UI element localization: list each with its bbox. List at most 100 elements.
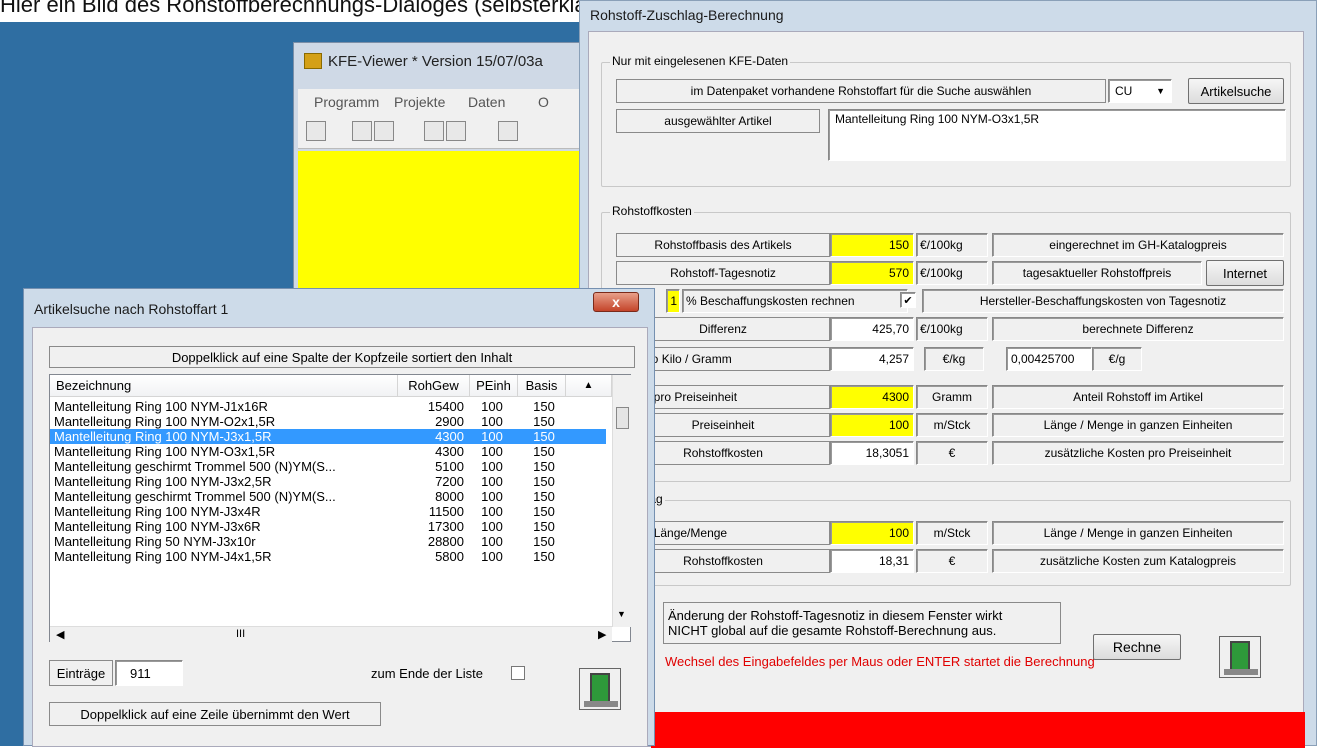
- table-cell: 100: [481, 399, 503, 414]
- kfe-window-title: KFE-Viewer * Version 15/07/03a: [328, 53, 543, 70]
- row-hint: Doppelklick auf eine Zeile übernimmt den…: [49, 702, 381, 726]
- table-cell: 5800: [435, 549, 464, 564]
- group-rohstoffkosten-label: Rohstoffkosten: [610, 204, 694, 218]
- table-row[interactable]: Mantelleitung Ring 100 NYM-J1x16R 15400 10…: [50, 399, 606, 414]
- table-row[interactable]: Mantelleitung Ring 100 NYM-J3x1,5R 4300 10…: [50, 429, 606, 444]
- group-rohstoffkosten: Rohstoffkosten Rohstoffbasis des Artikel…: [601, 204, 1291, 482]
- artikelsuche-button[interactable]: Artikelsuche: [1188, 78, 1284, 104]
- bkosten-checkbox[interactable]: ✔: [900, 292, 916, 308]
- chevron-up-icon[interactable]: ▲: [566, 375, 612, 397]
- kfe-logo-icon: [304, 53, 322, 69]
- col-basis[interactable]: Basis: [518, 375, 566, 397]
- rohstoffart-select[interactable]: CU ▼: [1108, 79, 1172, 103]
- kilo-value: 4,257: [830, 347, 914, 371]
- print-icon[interactable]: [446, 121, 466, 141]
- open-icon[interactable]: [306, 121, 326, 141]
- rohstoff-body: Nur mit eingelesenen KFE-Daten im Datenp…: [588, 31, 1305, 748]
- close-icon[interactable]: x: [593, 292, 639, 312]
- table-cell: Mantelleitung geschirmt Trommel 500 (N)Y…: [54, 459, 336, 474]
- col-rohgew[interactable]: RohGew: [398, 375, 470, 397]
- chevron-down-icon[interactable]: ▼: [617, 609, 626, 619]
- monitor-icon[interactable]: [352, 121, 372, 141]
- table-cell: 150: [533, 414, 555, 429]
- table-cell: 150: [533, 549, 555, 564]
- end-label: zum Ende der Liste: [371, 666, 484, 681]
- table-cell: 150: [533, 459, 555, 474]
- scroll-thumb[interactable]: [616, 407, 629, 429]
- exit-door-icon[interactable]: [579, 668, 621, 710]
- col-bezeichnung[interactable]: Bezeichnung: [50, 375, 398, 397]
- chevron-left-icon[interactable]: ◀: [56, 628, 64, 641]
- group-zuschlag: fzuschlag ötigte Länge/Menge 100 m/Stck …: [601, 492, 1291, 586]
- menu-programm[interactable]: Programm: [314, 94, 379, 110]
- table-cell: Mantelleitung Ring 100 NYM-J3x6R: [54, 519, 261, 534]
- menu-daten[interactable]: Daten: [468, 94, 505, 110]
- select-value: CU: [1115, 84, 1133, 98]
- table-cell: 100: [481, 459, 503, 474]
- chevron-right-icon[interactable]: ▶: [598, 628, 606, 641]
- bkosten-desc: Hersteller-Beschaffungskosten von Tagesn…: [922, 289, 1284, 313]
- rk-unit: €: [916, 441, 988, 465]
- arrow-icon[interactable]: [374, 121, 394, 141]
- len-value[interactable]: 100: [830, 521, 914, 545]
- table-row[interactable]: Mantelleitung geschirmt Trommel 500 (N)Y…: [50, 459, 606, 474]
- notiz-value[interactable]: 570: [830, 261, 914, 285]
- rohstoff-window: Rohstoff-Zuschlag-Berechnung Nur mit ein…: [579, 0, 1317, 748]
- table-cell: Mantelleitung Ring 100 NYM-O3x1,5R: [54, 444, 276, 459]
- table-cell: Mantelleitung Ring 100 NYM-J3x2,5R: [54, 474, 272, 489]
- table-row[interactable]: Mantelleitung Ring 100 NYM-J3x6R 17300 100…: [50, 519, 606, 534]
- menu-more[interactable]: O: [538, 94, 549, 110]
- pe-unit: m/Stck: [916, 413, 988, 437]
- gewicht-desc: Anteil Rohstoff im Artikel: [992, 385, 1284, 409]
- add-icon[interactable]: [498, 121, 518, 141]
- table-cell: 5100: [435, 459, 464, 474]
- article-list[interactable]: Bezeichnung RohGew PEinh Basis ▲ Mantell…: [49, 374, 631, 643]
- table-cell: 100: [481, 519, 503, 534]
- diff-value: 425,70: [830, 317, 914, 341]
- len-desc: Länge / Menge in ganzen Einheiten: [992, 521, 1284, 545]
- rechne-button[interactable]: Rechne: [1093, 634, 1181, 660]
- dialog-body: Doppelklick auf eine Spalte der Kopfzeil…: [32, 327, 648, 747]
- kfe-menubar: Programm Projekte Daten O: [298, 89, 594, 115]
- pe-value[interactable]: 100: [830, 413, 914, 437]
- table-row[interactable]: Mantelleitung Ring 50 NYM-J3x10r 28800 100…: [50, 534, 606, 549]
- notiz-desc: tagesaktueller Rohstoffpreis: [992, 261, 1202, 285]
- table-cell: 100: [481, 549, 503, 564]
- bkosten-label: % Beschaffungskosten rechnen: [682, 289, 908, 313]
- table-cell: 100: [481, 504, 503, 519]
- table-row[interactable]: Mantelleitung Ring 100 NYM-J3x2,5R 7200 10…: [50, 474, 606, 489]
- table-cell: 150: [533, 504, 555, 519]
- table-row[interactable]: Mantelleitung Ring 100 NYM-O2x1,5R 2900 10…: [50, 414, 606, 429]
- sort-icon[interactable]: [424, 121, 444, 141]
- sort-hint: Doppelklick auf eine Spalte der Kopfzeil…: [49, 346, 635, 368]
- red-panel: [651, 712, 1305, 748]
- article-value[interactable]: Mantelleitung Ring 100 NYM-O3x1,5R: [828, 109, 1286, 161]
- table-cell: 15400: [427, 399, 464, 414]
- col-peinh[interactable]: PEinh: [470, 375, 518, 397]
- rk2-desc: zusätzliche Kosten zum Katalogpreis: [992, 549, 1284, 573]
- end-checkbox[interactable]: [511, 666, 525, 680]
- chevron-down-icon: ▼: [1156, 86, 1165, 96]
- table-cell: 100: [481, 474, 503, 489]
- notiz-label: Rohstoff-Tagesnotiz: [616, 261, 830, 285]
- table-row[interactable]: Mantelleitung Ring 100 NYM-J3x4R 11500 100…: [50, 504, 606, 519]
- horizontal-scrollbar[interactable]: ◀ III ▶: [50, 626, 612, 643]
- basis-value[interactable]: 150: [830, 233, 914, 257]
- table-row[interactable]: Mantelleitung geschirmt Trommel 500 (N)Y…: [50, 489, 606, 504]
- table-row[interactable]: Mantelleitung Ring 100 NYM-O3x1,5R 4300 10…: [50, 444, 606, 459]
- table-row[interactable]: Mantelleitung Ring 100 NYM-J4x1,5R 5800 10…: [50, 549, 606, 564]
- vertical-scrollbar[interactable]: ▼: [612, 375, 631, 627]
- table-cell: Mantelleitung Ring 50 NYM-J3x10r: [54, 534, 256, 549]
- menu-projekte[interactable]: Projekte: [394, 94, 445, 110]
- diff-desc: berechnete Differenz: [992, 317, 1284, 341]
- table-cell: 8000: [435, 489, 464, 504]
- table-cell: 100: [481, 534, 503, 549]
- basis-label: Rohstoffbasis des Artikels: [616, 233, 830, 257]
- scroll-grip: III: [236, 628, 246, 640]
- bkosten-value[interactable]: 1: [666, 289, 680, 313]
- gewicht-value[interactable]: 4300: [830, 385, 914, 409]
- page-caption: Hier ein Bild des Rohstoffberechnungs-Di…: [0, 0, 638, 17]
- exit-door-icon[interactable]: [1219, 636, 1261, 678]
- internet-button[interactable]: Internet: [1206, 260, 1284, 286]
- table-cell: 100: [481, 489, 503, 504]
